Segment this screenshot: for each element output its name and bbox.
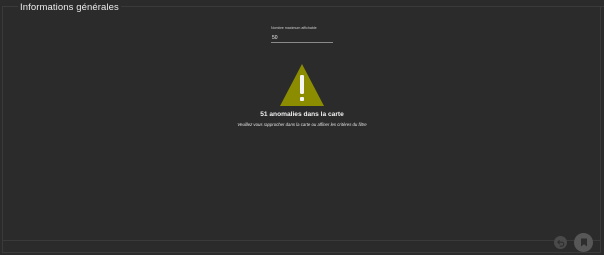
max-display-field: Nombre maximum affichable [271,26,333,43]
zoom-hint-message: Veuillez vous rapprocher dans la carte o… [237,122,367,127]
header-divider [100,6,604,7]
panel-frame [2,6,601,253]
save-button[interactable] [574,233,593,252]
page: Informations générales Nombre maximum af… [0,0,604,255]
undo-icon [556,239,564,247]
bookmark-icon [580,238,587,247]
anomalies-count-message: 51 anomalies dans la carte [260,111,344,118]
warning-triangle-icon [280,64,324,106]
panel-title: Informations générales [18,2,121,13]
max-display-label: Nombre maximum affichable [271,26,317,30]
undo-button[interactable] [554,236,567,249]
footer-divider [2,240,601,241]
max-display-input[interactable] [271,34,333,43]
